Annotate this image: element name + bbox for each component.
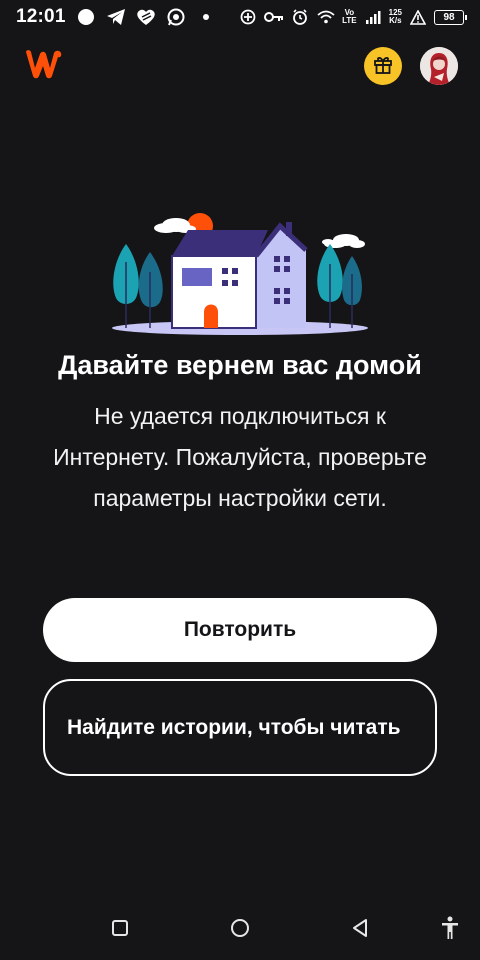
find-stories-button[interactable]: Найдите истории, чтобы читать bbox=[43, 679, 437, 776]
accessibility-icon bbox=[442, 916, 458, 939]
wattpad-logo-icon[interactable] bbox=[22, 48, 68, 85]
retry-button[interactable]: Повторить bbox=[43, 598, 437, 662]
accessibility-button[interactable] bbox=[436, 914, 464, 942]
signal-icon bbox=[363, 7, 383, 27]
warning-icon bbox=[408, 7, 428, 27]
network-type: Vo LTE bbox=[342, 9, 357, 25]
home-button[interactable] bbox=[226, 914, 254, 942]
whatsapp-icon bbox=[166, 7, 186, 27]
network-type-bottom: LTE bbox=[342, 16, 357, 25]
header-actions bbox=[364, 47, 458, 85]
tree-right-icon bbox=[317, 244, 362, 328]
square-recents-icon bbox=[112, 920, 128, 936]
gift-icon bbox=[372, 53, 394, 80]
house-icon bbox=[171, 222, 308, 329]
telegram-icon bbox=[106, 7, 126, 27]
cloud-right-icon bbox=[322, 234, 365, 248]
back-button[interactable] bbox=[346, 914, 374, 942]
offline-headline: Давайте вернем вас домой bbox=[58, 350, 422, 380]
data-saver-icon bbox=[238, 7, 258, 27]
battery-level: 98 bbox=[443, 11, 455, 23]
avatar[interactable] bbox=[420, 47, 458, 85]
key-icon bbox=[264, 7, 284, 27]
status-bar: 12:01 Vo LTE 125 K/s 98 bbox=[0, 0, 480, 34]
status-left: 12:01 bbox=[16, 6, 216, 28]
net-speed-unit: K/s bbox=[389, 16, 402, 25]
net-speed: 125 K/s bbox=[389, 9, 402, 25]
heart-app-icon bbox=[136, 7, 156, 27]
tree-left-icon bbox=[113, 244, 163, 328]
more-notifications-dot-icon bbox=[196, 7, 216, 27]
circle-home-icon bbox=[231, 919, 249, 937]
house-illustration bbox=[110, 212, 370, 338]
app-header bbox=[0, 40, 480, 92]
retry-button-label: Повторить bbox=[183, 618, 297, 641]
recents-button[interactable] bbox=[106, 914, 134, 942]
battery-icon: 98 bbox=[434, 9, 467, 25]
alarm-icon bbox=[290, 7, 310, 27]
notification-dot-icon bbox=[76, 7, 96, 27]
find-stories-button-label: Найдите истории, чтобы читать bbox=[67, 716, 401, 739]
status-time: 12:01 bbox=[16, 6, 66, 27]
status-right: Vo LTE 125 K/s 98 bbox=[238, 7, 467, 27]
offline-message: Не удается подключиться к Интернету. Пож… bbox=[53, 403, 427, 511]
gift-button[interactable] bbox=[364, 47, 402, 85]
system-nav-bar bbox=[0, 900, 480, 956]
triangle-back-icon bbox=[353, 919, 367, 937]
wifi-icon bbox=[316, 7, 336, 27]
